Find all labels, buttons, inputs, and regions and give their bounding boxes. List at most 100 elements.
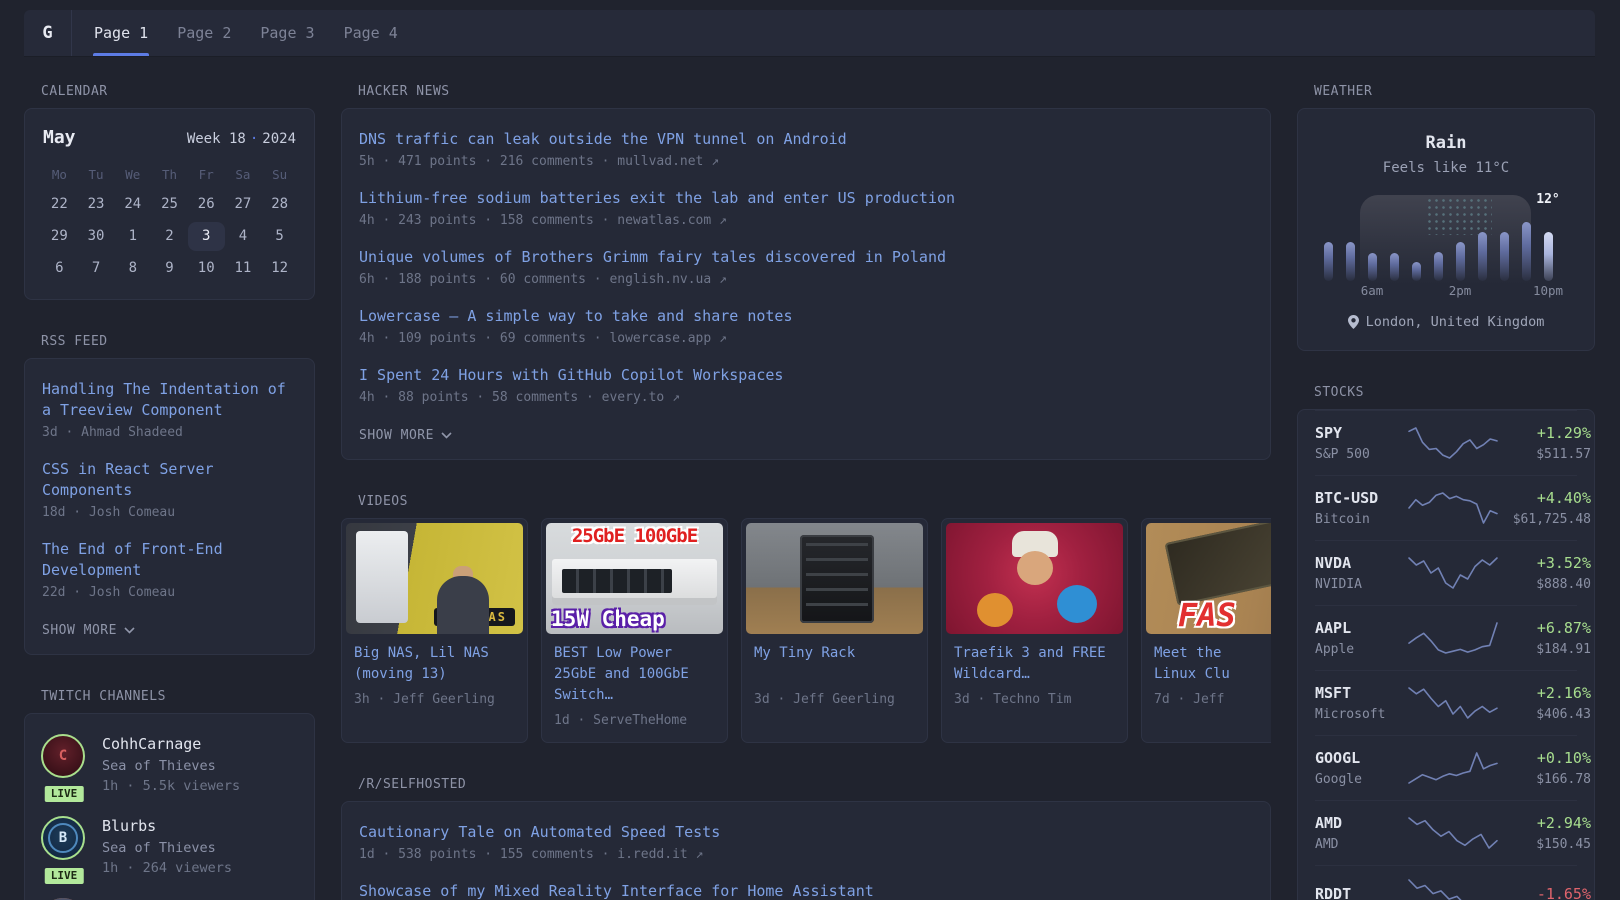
hn-item-source-link[interactable]: every.to ↗	[602, 390, 680, 405]
avatar: C	[41, 734, 85, 778]
calendar-section: CALENDAR May Week 18·2024 Mo Tu	[24, 84, 315, 300]
dashboard-page: G Page 1 Page 2 Page 3 Page 4 CALENDAR M…	[0, 0, 1620, 900]
selfhosted-widget: Cautionary Tale on Automated Speed Tests…	[341, 801, 1271, 900]
rss-item-meta: 18d · Josh Comeau	[42, 505, 297, 520]
calendar-week-label: Week 18	[187, 131, 246, 147]
stock-sparkline-wrap	[1407, 816, 1499, 850]
rss-item-title[interactable]: The End of Front-End Development	[42, 540, 223, 579]
stock-company-name: S&P 500	[1315, 446, 1407, 463]
hn-item-title[interactable]: I Spent 24 Hours with GitHub Copilot Wor…	[359, 366, 783, 384]
temperature-bar	[1544, 232, 1553, 281]
dashboard-columns: CALENDAR May Week 18·2024 Mo Tu	[24, 84, 1595, 900]
video-title[interactable]: Big NAS, Lil NAS (moving 13)	[354, 643, 515, 685]
calendar-weekday: Th	[151, 161, 188, 190]
videos-row: LIL NAS Big NAS, Lil NAS (moving 13) 3h …	[341, 518, 1271, 743]
hn-item-source-link[interactable]: newatlas.com ↗	[617, 213, 727, 228]
twitch-channel-game: Sea of Thieves	[102, 757, 240, 775]
stock-company-name: Apple	[1315, 641, 1407, 658]
time-tick-label: 10pm	[1533, 283, 1563, 298]
rss-show-more-button[interactable]: SHOW MORE	[42, 623, 135, 638]
calendar-day: 27	[225, 190, 262, 219]
stock-row[interactable]: BTC-USD Bitcoin +4.40% $61,725.48	[1315, 475, 1577, 540]
stock-row[interactable]: GOOGL Google +0.10% $166.78	[1315, 735, 1577, 800]
app-logo[interactable]: G	[24, 10, 72, 56]
video-title[interactable]: Meet the Linux Clu	[1154, 643, 1271, 685]
hn-item-meta: 4h · 88 points · 58 comments · every.to …	[359, 390, 1253, 405]
page-tab[interactable]: Page 4	[343, 10, 399, 56]
hn-item-title[interactable]: Lowercase – A simple way to take and sha…	[359, 307, 792, 325]
reddit-item-source-link[interactable]: i.redd.it ↗	[617, 847, 703, 862]
stock-row[interactable]: NVDA NVIDIA +3.52% $888.40	[1315, 540, 1577, 605]
page-tab[interactable]: Page 2	[176, 10, 232, 56]
hn-item-meta: 6h · 188 points · 60 comments · english.…	[359, 272, 1253, 287]
twitch-channel-info: CohhCarnage Sea of Thieves 1h · 5.5k vie…	[102, 734, 240, 795]
stock-values: +2.16% $406.43	[1499, 683, 1591, 723]
twitch-channel-row[interactable]: B LIVE Blurbs Sea of Thieves 1h · 264 vi…	[41, 816, 298, 877]
stock-row[interactable]: AAPL Apple +6.87% $184.91	[1315, 605, 1577, 670]
hn-item-source-link[interactable]: english.nv.ua ↗	[609, 272, 726, 287]
video-body: Traefik 3 and FREE Wildcard… 3d · Techno…	[946, 634, 1123, 717]
reddit-item-stats: 1d · 538 points · 155 comments ·	[359, 847, 617, 862]
twitch-channel-row[interactable]: C LIVE CohhCarnage Sea of Thieves 1h · 5…	[41, 734, 298, 795]
stock-identity: NVDA NVIDIA	[1315, 553, 1407, 593]
rss-item-title[interactable]: Handling The Indentation of a Treeview C…	[42, 380, 286, 419]
video-title[interactable]: Traefik 3 and FREE Wildcard…	[954, 643, 1115, 685]
hackernews-widget: DNS traffic can leak outside the VPN tun…	[341, 108, 1271, 460]
peak-temperature-label: 12°	[1536, 192, 1559, 207]
video-title[interactable]: My Tiny Rack	[754, 643, 915, 685]
reddit-item-title[interactable]: Showcase of my Mixed Reality Interface f…	[359, 882, 874, 900]
calendar-day: 9	[151, 254, 188, 283]
stock-row[interactable]: MSFT Microsoft +2.16% $406.43	[1315, 670, 1577, 735]
temperature-bar	[1368, 253, 1377, 281]
stock-sparkline-wrap	[1407, 426, 1499, 460]
stock-company-name: Bitcoin	[1315, 511, 1407, 528]
stock-values: -1.65%	[1499, 884, 1591, 900]
video-thumbnail[interactable]: LIL NAS	[346, 523, 523, 634]
video-meta: 1d · ServeTheHome	[554, 713, 715, 728]
hn-item-meta: 5h · 471 points · 216 comments · mullvad…	[359, 154, 1253, 169]
stock-sparkline	[1407, 878, 1499, 900]
hn-item-title[interactable]: DNS traffic can leak outside the VPN tun…	[359, 130, 847, 148]
hn-item: Lowercase – A simple way to take and sha…	[359, 306, 1253, 346]
time-tick-label: 6am	[1361, 283, 1384, 298]
stock-row[interactable]: RDDT -1.65%	[1315, 865, 1577, 900]
calendar-week-year: Week 18·2024	[187, 131, 296, 147]
weather-hourly-chart: 12° 6am 2pm 10pm	[1314, 188, 1578, 298]
video-thumbnail[interactable]: 25GbE 100GbE 15W Cheap	[546, 523, 723, 634]
thumbnail-bottom-caption: FAS	[1178, 596, 1236, 634]
hn-item: DNS traffic can leak outside the VPN tun…	[359, 129, 1253, 169]
avatar: B	[41, 816, 85, 860]
page-tab[interactable]: Page 1	[93, 10, 149, 56]
hn-item-source-link[interactable]: mullvad.net ↗	[617, 154, 719, 169]
stock-sparkline	[1407, 426, 1499, 460]
twitch-section: TWITCH CHANNELS C LIVE	[24, 689, 315, 900]
hn-show-more-label: SHOW MORE	[359, 428, 434, 443]
stock-row[interactable]: AMD AMD +2.94% $150.45	[1315, 800, 1577, 865]
stock-values: +0.10% $166.78	[1499, 748, 1591, 788]
video-title[interactable]: BEST Low Power 25GbE and 100GbE Switch…	[554, 643, 715, 706]
stocks-section: STOCKS SPY S&P 500	[1297, 385, 1595, 900]
calendar-day: 1	[114, 222, 151, 251]
video-thumbnail[interactable]	[746, 523, 923, 634]
rss-item-title[interactable]: CSS in React Server Components	[42, 460, 214, 499]
video-thumbnail[interactable]: FAS	[1146, 523, 1271, 634]
stock-sparkline-wrap	[1407, 878, 1499, 900]
calendar-month: May	[43, 127, 76, 148]
rss-section: RSS FEED Handling The Indentation of a T…	[24, 334, 315, 655]
stock-row[interactable]: SPY S&P 500 +1.29% $511.57	[1315, 410, 1577, 475]
hn-item-title[interactable]: Unique volumes of Brothers Grimm fairy t…	[359, 248, 946, 266]
hn-show-more-button[interactable]: SHOW MORE	[359, 428, 452, 443]
hn-item-title[interactable]: Lithium-free sodium batteries exit the l…	[359, 189, 955, 207]
page-tab[interactable]: Page 3	[259, 10, 315, 56]
calendar-day: 12	[261, 254, 298, 283]
stocks-widget: SPY S&P 500 +1.29% $511.57	[1297, 409, 1595, 900]
calendar-day: 4	[225, 222, 262, 251]
stock-price: $184.91	[1499, 641, 1591, 658]
avatar-initial: C	[59, 748, 67, 764]
reddit-item-title[interactable]: Cautionary Tale on Automated Speed Tests	[359, 823, 720, 841]
stock-values: +2.94% $150.45	[1499, 813, 1591, 853]
hn-item-source-link[interactable]: lowercase.app ↗	[609, 331, 726, 346]
video-thumbnail[interactable]	[946, 523, 1123, 634]
stock-values: +3.52% $888.40	[1499, 553, 1591, 593]
video-body: My Tiny Rack 3d · Jeff Geerling	[746, 634, 923, 717]
